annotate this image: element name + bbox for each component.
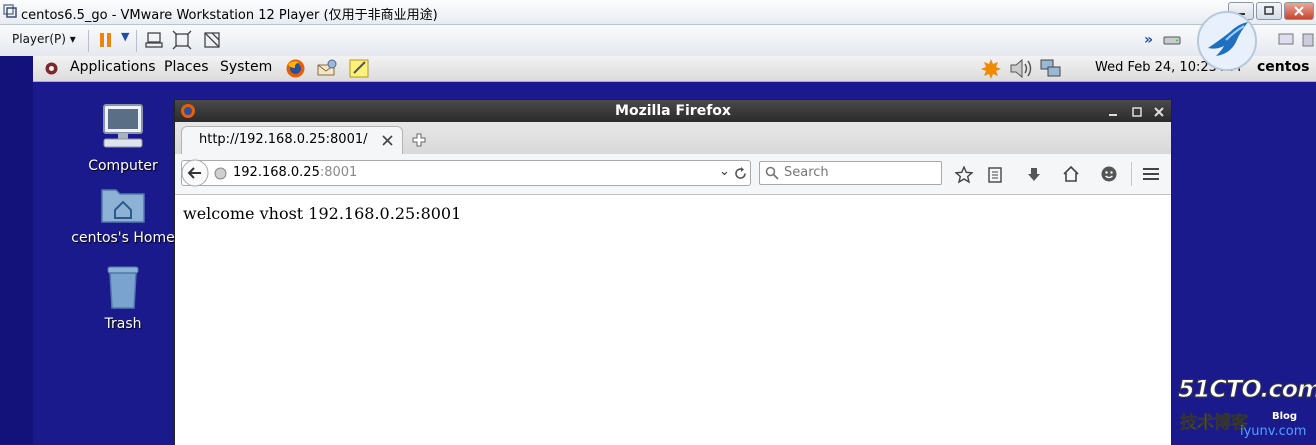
close-tab-icon[interactable]	[382, 135, 393, 146]
network-adapter-icon[interactable]	[1276, 30, 1296, 50]
pause-dropdown-icon[interactable]: ▼	[121, 30, 129, 43]
computer-icon	[103, 104, 143, 148]
watermark: 51CTO.com 技术博客 Blog iyunv.com	[1177, 375, 1316, 444]
unity-mode-icon[interactable]	[202, 30, 222, 50]
bookmark-star-icon[interactable]	[955, 166, 973, 184]
url-bar[interactable]: 192.168.0.25:8001 ⌄	[181, 159, 751, 187]
navigation-toolbar: 192.168.0.25:8001 ⌄ Search	[175, 154, 1171, 195]
desktop-icon-computer[interactable]: Computer	[68, 102, 178, 174]
notes-editor-icon[interactable]	[349, 58, 371, 79]
back-button[interactable]	[181, 159, 209, 187]
system-menu[interactable]: System	[220, 59, 272, 75]
desktop-icon-label: Computer	[88, 158, 158, 174]
watermark-tag: Blog	[1272, 411, 1298, 422]
chevron-down-icon: ▾	[69, 32, 76, 46]
gnome-top-panel: Applications Places System Wed Feb 24, 1…	[33, 56, 1316, 82]
toolbar-separator	[136, 30, 137, 52]
tab-active[interactable]: http://192.168.0.25:8001/	[181, 126, 403, 154]
toolbar-separator	[88, 30, 89, 52]
desktop-icon-trash[interactable]: Trash	[68, 264, 178, 332]
window-minimize-icon[interactable]	[1107, 106, 1119, 118]
page-text: welcome vhost 192.168.0.25:8001	[183, 204, 462, 223]
downloads-icon[interactable]	[1026, 166, 1042, 184]
url-text[interactable]: 192.168.0.25:8001	[233, 165, 357, 180]
new-tab-icon[interactable]	[412, 133, 426, 147]
tab-title: http://192.168.0.25:8001/	[199, 132, 368, 147]
firefox-launcher-icon[interactable]	[285, 58, 306, 79]
vmware-app-icon	[3, 4, 17, 18]
trash-icon	[107, 266, 139, 309]
close-icon	[1294, 6, 1304, 16]
places-menu[interactable]: Places	[164, 59, 209, 75]
url-host: 192.168.0.25	[233, 165, 320, 180]
desktop-icon-label: centos's Home	[71, 230, 175, 246]
firefox-window: Mozilla Firefox http://192.168.0.25:8001…	[174, 99, 1172, 445]
window-maximize-icon[interactable]	[1131, 106, 1143, 118]
vmware-player-logo-icon	[1197, 11, 1257, 71]
watermark-subtitle: 技术博客	[1180, 413, 1249, 434]
network-status-icon[interactable]	[1039, 58, 1063, 79]
send-ctrl-alt-del-icon[interactable]	[144, 30, 164, 50]
url-history-dropdown-icon[interactable]: ⌄	[719, 164, 730, 179]
window-close-icon[interactable]	[1153, 106, 1165, 118]
hamburger-menu-icon[interactable]	[1142, 166, 1160, 182]
watermark-site: iyunv.com	[1240, 424, 1307, 439]
maximize-button[interactable]	[1256, 2, 1282, 20]
applications-menu[interactable]: Applications	[70, 59, 156, 75]
vmware-title-bar: centos6.5_go - VMware Workstation 12 Pla…	[0, 0, 1316, 25]
vmware-toolbar: Player(P) ▾ ▼ »	[0, 25, 1316, 57]
site-identity-globe-icon[interactable]	[214, 167, 227, 180]
firefox-window-title: Mozilla Firefox	[615, 103, 731, 119]
url-port: :8001	[319, 165, 358, 180]
home-folder-icon	[101, 189, 145, 223]
desktop-icon-home[interactable]: centos's Home	[68, 184, 178, 246]
gnome-foot-icon	[45, 62, 58, 75]
panel-user-name[interactable]: centos	[1257, 59, 1309, 75]
maximize-icon	[1264, 6, 1274, 15]
page-content: welcome vhost 192.168.0.25:8001	[175, 195, 1171, 445]
more-devices-icon[interactable]: »	[1144, 32, 1153, 48]
hard-disk-icon[interactable]	[1162, 30, 1182, 50]
search-bar[interactable]: Search	[759, 161, 942, 185]
reload-icon[interactable]	[734, 167, 747, 180]
vmware-window-title: centos6.5_go - VMware Workstation 12 Pla…	[21, 8, 438, 23]
firefox-title-bar[interactable]: Mozilla Firefox	[175, 100, 1171, 122]
close-window-button[interactable]	[1284, 2, 1314, 20]
hello-chat-icon[interactable]	[1100, 165, 1118, 183]
watermark-brand: 51CTO.com	[1177, 375, 1316, 404]
home-icon[interactable]	[1062, 165, 1080, 183]
player-menu-label: Player(P)	[12, 32, 66, 46]
bookmarks-menu-icon[interactable]	[987, 166, 1003, 184]
host-desktop-strip	[0, 56, 33, 444]
software-update-icon[interactable]	[980, 58, 1002, 80]
fit-guest-icon[interactable]	[172, 30, 192, 50]
desktop-icon-label: Trash	[104, 316, 142, 332]
email-client-icon[interactable]	[316, 59, 338, 78]
pause-icon[interactable]	[96, 30, 116, 50]
tab-strip: http://192.168.0.25:8001/	[175, 122, 1171, 154]
search-placeholder: Search	[784, 165, 829, 180]
search-icon	[765, 166, 779, 180]
player-menu-button[interactable]: Player(P) ▾	[12, 32, 76, 46]
usb-device-icon[interactable]	[1298, 30, 1316, 50]
volume-icon[interactable]	[1009, 58, 1033, 79]
toolbar-separator	[1131, 162, 1132, 186]
